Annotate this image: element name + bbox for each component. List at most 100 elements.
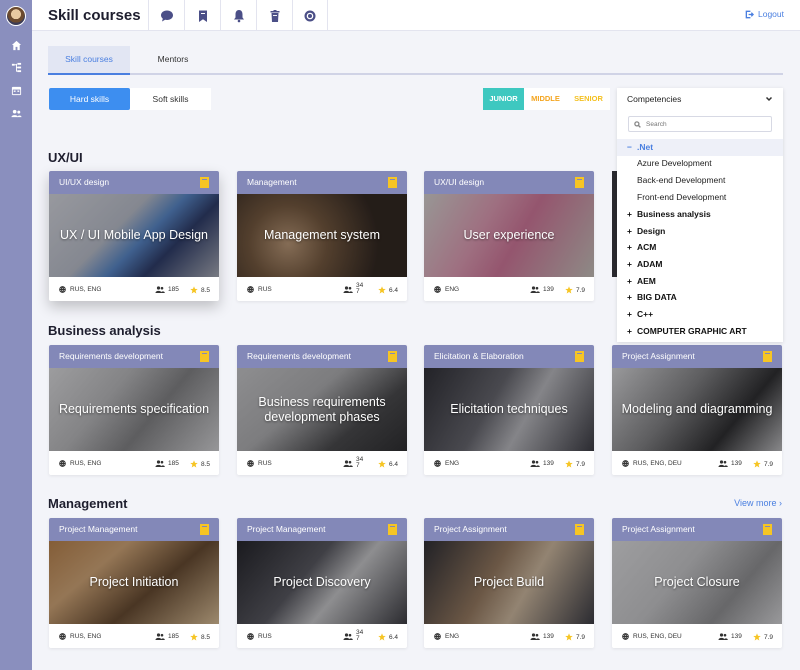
course-card[interactable]: Requirements development Requirements spe… [49, 345, 219, 475]
expand-icon[interactable]: + [627, 323, 637, 340]
logout-button[interactable]: Logout [745, 9, 784, 19]
competency-item[interactable]: + C++ [617, 306, 783, 323]
skill-type-toggle: Hard skills Soft skills [49, 88, 211, 110]
settings-icon[interactable] [292, 0, 328, 31]
users-icon [343, 285, 353, 293]
course-card[interactable]: Requirements development Business require… [237, 345, 407, 475]
card-rating-value: 7.9 [576, 286, 586, 294]
competency-item[interactable]: Azure Development [617, 155, 783, 172]
card-enrolled: 185 [155, 460, 179, 467]
middle-level-button[interactable]: MIDDLE [524, 88, 567, 110]
avatar[interactable] [6, 6, 26, 26]
bookmark-icon[interactable] [200, 177, 209, 188]
card-rating-value: 8.5 [201, 460, 211, 468]
course-card[interactable]: Management Management system RUS 34 7 6.4 [237, 171, 407, 301]
trash-icon[interactable] [256, 0, 292, 31]
competency-item[interactable]: − .Net [617, 139, 783, 156]
hierarchy-icon[interactable] [10, 61, 22, 73]
globe-icon [59, 633, 66, 640]
expand-icon[interactable]: + [627, 206, 637, 223]
tab-mentors[interactable]: Mentors [140, 46, 206, 73]
bookmark-icon[interactable] [200, 351, 209, 362]
bookmark-icon[interactable] [388, 351, 397, 362]
competency-item[interactable]: + Business analysis [617, 206, 783, 223]
competency-item[interactable]: + ADAM [617, 256, 783, 273]
competency-label: C++ [637, 309, 654, 319]
competency-item[interactable]: + COMPUTER GRAPHIC ART [617, 323, 783, 340]
bookmark-icon[interactable] [388, 177, 397, 188]
bookmark-icon[interactable] [763, 524, 772, 535]
expand-icon[interactable]: + [627, 223, 637, 240]
sidebar [0, 0, 32, 670]
course-card[interactable]: Project Assignment Modeling and diagrammi… [612, 345, 782, 475]
bookmark-icon[interactable] [388, 524, 397, 535]
course-card[interactable]: UX/UI design User experience ENG 139 7.9 [424, 171, 594, 301]
course-card[interactable]: Elicitation & Elaboration Elicitation tec… [424, 345, 594, 475]
competencies-select[interactable]: Competencies [617, 88, 783, 110]
bookmark-icon[interactable] [200, 524, 209, 535]
card-enrolled-count: 139 [543, 285, 554, 293]
chevron-down-icon [765, 96, 773, 102]
star-icon [565, 633, 573, 641]
bell-icon[interactable] [220, 0, 256, 31]
card-rating-value: 8.5 [201, 286, 211, 294]
course-card[interactable]: UI/UX design UX / UI Mobile App Design RUS… [49, 171, 219, 301]
bookmark-icon[interactable] [575, 177, 584, 188]
junior-level-button[interactable]: JUNIOR [483, 88, 524, 110]
view-more-link[interactable]: View more › [734, 498, 782, 508]
card-enrolled: 139 [530, 633, 554, 640]
bookmark-icon[interactable] [763, 351, 772, 362]
competency-item[interactable]: + BIG DATA [617, 289, 783, 306]
competency-label: Azure Development [637, 158, 712, 168]
bookmark-icon[interactable] [575, 524, 584, 535]
competency-item[interactable]: + ACM [617, 239, 783, 256]
users-icon[interactable] [10, 107, 22, 119]
star-icon [565, 460, 573, 468]
expand-icon[interactable]: + [627, 239, 637, 256]
expand-icon[interactable]: + [627, 289, 637, 306]
card-category: UI/UX design [49, 171, 219, 194]
expand-icon[interactable]: + [627, 306, 637, 323]
card-rating-value: 7.9 [576, 460, 586, 468]
card-languages-text: RUS, ENG, DEU [633, 633, 682, 640]
star-icon [190, 286, 198, 294]
senior-level-button[interactable]: SENIOR [567, 88, 610, 110]
top-icon-group [148, 0, 328, 31]
hard-skills-button[interactable]: Hard skills [49, 88, 130, 110]
card-languages: ENG [434, 460, 459, 467]
course-card[interactable]: Project Assignment Project Closure RUS, EN… [612, 518, 782, 648]
home-icon[interactable] [10, 39, 22, 51]
soft-skills-button[interactable]: Soft skills [130, 88, 211, 110]
competencies-label: Competencies [627, 94, 682, 104]
collapse-icon[interactable]: − [627, 139, 637, 156]
competency-label: ACM [637, 242, 657, 252]
logout-label: Logout [758, 9, 784, 19]
course-card[interactable]: Project Assignment Project Build ENG 139 7.9 [424, 518, 594, 648]
bookmark-icon[interactable] [184, 0, 220, 31]
expand-icon[interactable]: + [627, 273, 637, 290]
competency-item[interactable]: + Design [617, 223, 783, 240]
competency-item[interactable]: Back-end Development [617, 172, 783, 189]
competencies-search-input[interactable] [646, 120, 766, 128]
course-card[interactable]: Project Management Project Discovery RUS 34… [237, 518, 407, 648]
bookmark-icon[interactable] [575, 351, 584, 362]
card-rating-value: 8.5 [201, 633, 211, 641]
competency-item[interactable]: + AEM [617, 273, 783, 290]
card-title: Requirements specification [58, 402, 210, 416]
card-title: Management system [263, 228, 381, 242]
card-languages: RUS, ENG [59, 460, 101, 467]
card-languages: RUS, ENG [59, 286, 101, 293]
chat-icon[interactable] [148, 0, 184, 31]
calendar-icon[interactable] [10, 84, 22, 96]
card-category: Project Management [49, 518, 219, 541]
card-title: Project Initiation [89, 575, 179, 589]
competency-item[interactable]: Front-end Development [617, 189, 783, 206]
course-card[interactable]: Project Management Project Initiation RUS,… [49, 518, 219, 648]
expand-icon[interactable]: + [627, 256, 637, 273]
tab-skill-courses[interactable]: Skill courses [48, 46, 130, 75]
star-icon [753, 460, 761, 468]
users-icon [530, 633, 540, 640]
card-title: Elicitation techniques [450, 402, 568, 416]
card-rating-value: 6.4 [389, 633, 399, 641]
globe-icon [622, 633, 629, 640]
